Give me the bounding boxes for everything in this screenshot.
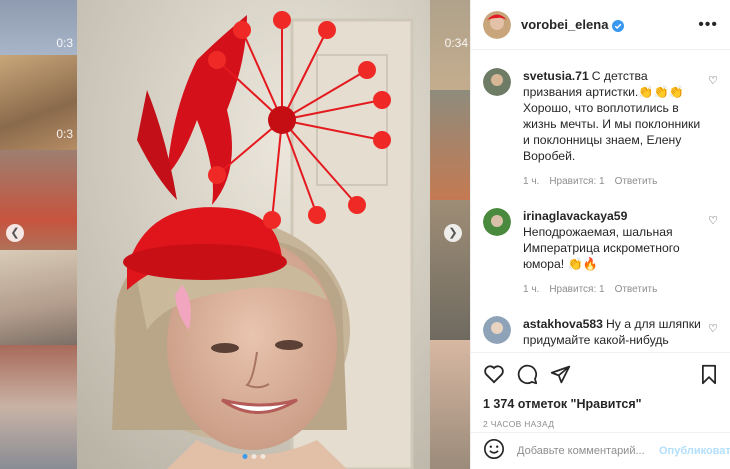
background-feed-left: 0:3 0:3 ❮ xyxy=(0,0,77,469)
post-header: vorobei_elena ••• xyxy=(471,0,730,50)
post-photo[interactable] xyxy=(77,0,430,469)
post-time[interactable]: 2 ЧАСОВ НАЗАД xyxy=(483,419,718,429)
comment-username[interactable]: astakhova583 xyxy=(523,317,603,331)
avatar[interactable] xyxy=(483,68,511,96)
publish-button[interactable]: Опубликовать xyxy=(659,445,730,457)
username[interactable]: vorobei_elena xyxy=(521,17,608,32)
heart-icon[interactable]: ♡ xyxy=(708,316,718,350)
comment-likes[interactable]: Нравится: 1 xyxy=(549,282,604,298)
heart-icon[interactable]: ♡ xyxy=(708,208,718,298)
carousel-dots xyxy=(242,454,265,459)
feed-tile[interactable]: 0:34 xyxy=(430,0,470,90)
reply-button[interactable]: Ответить xyxy=(615,174,658,190)
comment-text: С детства призвания артистки.👏👏👏Хорошо, … xyxy=(523,69,701,163)
share-icon[interactable] xyxy=(550,364,571,385)
chevron-right-icon[interactable]: ❯ xyxy=(444,224,462,242)
bookmark-icon[interactable] xyxy=(700,364,718,385)
comment-input[interactable] xyxy=(517,445,659,457)
feed-tile[interactable]: 0:3 xyxy=(0,0,77,55)
comment-time[interactable]: 1 ч. xyxy=(523,282,539,298)
likes-count[interactable]: 1 374 отметок "Нравится" xyxy=(483,397,718,411)
reply-button[interactable]: Ответить xyxy=(615,282,658,298)
comments-list: svetusia.71 С детства призвания артистки.… xyxy=(471,50,730,350)
more-horizontal-icon[interactable]: ••• xyxy=(698,16,718,34)
comment-username[interactable]: svetusia.71 xyxy=(523,69,589,83)
feed-tile[interactable] xyxy=(0,250,77,345)
comment-item: irinaglavackaya59 Неподрожаемая, шальная … xyxy=(483,208,718,298)
video-duration: 0:3 xyxy=(56,36,73,50)
comment-time[interactable]: 1 ч. xyxy=(523,174,539,190)
feed-tile[interactable] xyxy=(0,345,77,469)
avatar[interactable] xyxy=(483,208,511,236)
video-duration: 0:34 xyxy=(444,36,468,50)
feed-tile[interactable] xyxy=(430,90,470,200)
comment-item: astakhova583 Ну а для шляпки придумайте к… xyxy=(483,316,718,350)
portrait-image xyxy=(77,0,430,469)
post-panel: vorobei_elena ••• svetusia.71 С детства п… xyxy=(470,0,730,469)
avatar[interactable] xyxy=(483,10,511,39)
chevron-left-icon[interactable]: ❮ xyxy=(6,224,24,242)
comment-icon[interactable] xyxy=(517,364,538,385)
heart-icon[interactable] xyxy=(483,364,505,384)
comment-text: Неподрожаемая, шальная Императрица искро… xyxy=(523,225,680,271)
feed-tile[interactable]: 0:3 xyxy=(0,55,77,150)
feed-tile[interactable] xyxy=(430,340,470,469)
background-feed-right: 0:34 ❯ xyxy=(430,0,470,469)
verified-badge-icon xyxy=(612,19,625,32)
avatar[interactable] xyxy=(483,316,511,344)
comment-username[interactable]: irinaglavackaya59 xyxy=(523,209,627,223)
comment-item: svetusia.71 С детства призвания артистки.… xyxy=(483,68,718,190)
heart-icon[interactable]: ♡ xyxy=(708,68,718,190)
comment-likes[interactable]: Нравится: 1 xyxy=(549,174,604,190)
post-actions: 1 374 отметок "Нравится" 2 ЧАСОВ НАЗАД xyxy=(471,352,730,429)
feed-tile[interactable] xyxy=(430,200,470,340)
video-duration: 0:3 xyxy=(56,127,73,141)
emoji-icon[interactable] xyxy=(483,438,505,465)
add-comment-bar: Опубликовать xyxy=(471,432,730,469)
